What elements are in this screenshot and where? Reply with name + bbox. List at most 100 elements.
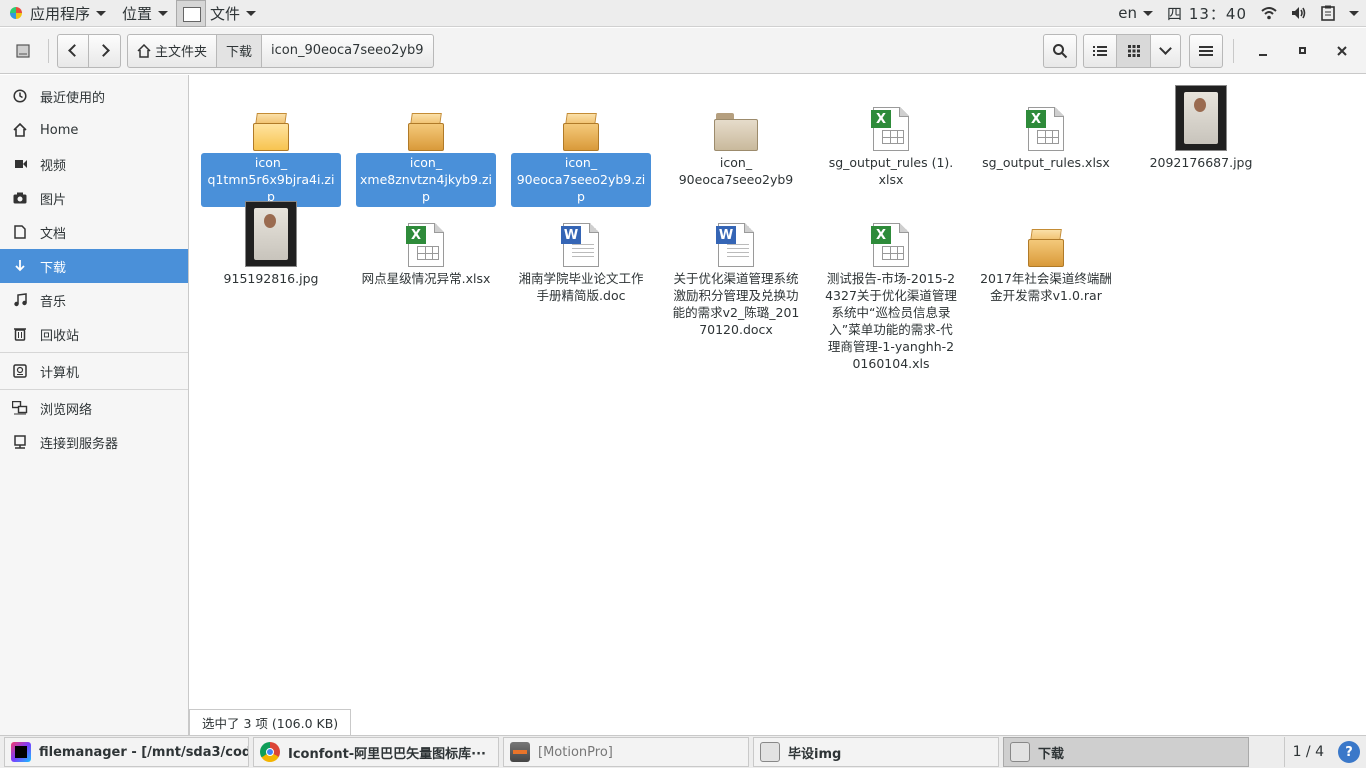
path-current-folder[interactable]: icon_90eoca7seeo2yb9 — [262, 33, 434, 68]
taskbar: filemanager - [/mnt/sda3/code/··· Iconfo… — [0, 735, 1366, 768]
file-name: sg_output_rules.xlsx — [982, 155, 1110, 170]
header-bar: 主文件夹 下载 icon_90eoca7seeo2yb9 — [0, 28, 1366, 74]
file-name: 2017年社会渠道终端酬金开发需求v1.0.rar — [980, 271, 1112, 303]
file-item[interactable]: X sg_output_rules.xlsx — [971, 75, 1121, 173]
file-manager-icon — [176, 0, 207, 27]
sidebar-item-label: 音乐 — [40, 294, 67, 310]
back-button[interactable] — [57, 33, 89, 68]
search-button[interactable] — [1043, 33, 1077, 68]
sidebar-item-label: 连接到服务器 — [40, 436, 119, 452]
maximize-icon — [1298, 47, 1306, 54]
task-chrome[interactable]: Iconfont-阿里巴巴矢量图标库··· — [253, 737, 499, 767]
home-icon — [12, 122, 28, 138]
chevron-right-icon — [96, 44, 110, 57]
file-item[interactable]: icon_ 90eoca7seeo2yb9 — [661, 75, 811, 190]
clipboard-icon[interactable] — [1314, 5, 1342, 21]
sidebar-item-network[interactable]: 浏览网络 — [0, 391, 188, 425]
task-label: 下载 — [1038, 746, 1065, 762]
hamburger-icon — [1199, 45, 1213, 56]
forward-button[interactable] — [89, 33, 121, 68]
path-downloads[interactable]: 下载 — [217, 33, 263, 68]
help-icon[interactable]: ? — [1338, 741, 1360, 763]
task-bishe-img[interactable]: 毕设img — [753, 737, 999, 767]
sidebar-item-trash[interactable]: 回收站 — [0, 317, 188, 351]
sidebar-item-recent[interactable]: 最近使用的 — [0, 79, 188, 113]
view-options-button[interactable] — [1151, 33, 1181, 68]
task-label: [MotionPro] — [538, 744, 613, 760]
file-item[interactable]: X 网点星级情况异常.xlsx — [351, 191, 501, 289]
file-name: icon_ 90eoca7seeo2yb9 — [678, 155, 794, 187]
maximize-button[interactable] — [1282, 34, 1322, 68]
file-item[interactable]: 2092176687.jpg — [1126, 75, 1276, 173]
places-menu[interactable]: 位置 — [114, 0, 176, 27]
file-name: 湘南学院毕业论文工作手册精简版.doc — [518, 271, 644, 303]
file-name: 网点星级情况异常.xlsx — [361, 271, 491, 286]
sidebar-item-documents[interactable]: 文档 — [0, 215, 188, 249]
path-home[interactable]: 主文件夹 — [127, 33, 218, 68]
folder-icon — [760, 742, 780, 762]
close-button[interactable] — [1322, 34, 1362, 68]
file-item[interactable]: X 测试报告-市场-2015-24327关于优化渠道管理系统中“巡检员信息录入”… — [816, 191, 966, 374]
task-motionpro[interactable]: [MotionPro] — [503, 737, 749, 767]
list-view-icon — [1093, 45, 1107, 56]
archive-icon — [563, 111, 599, 151]
task-filemanager[interactable]: filemanager - [/mnt/sda3/code/··· — [4, 737, 249, 767]
archive-icon — [408, 111, 444, 151]
motionpro-icon — [510, 742, 530, 762]
workspace-pager[interactable]: 1 / 4 — [1283, 737, 1332, 767]
sidebar-item-home[interactable]: Home — [0, 113, 188, 147]
volume-icon[interactable] — [1284, 6, 1314, 20]
file-item[interactable]: icon_ 90eoca7seeo2yb9.zip — [506, 75, 656, 207]
minimize-button[interactable] — [1244, 34, 1282, 68]
image-thumbnail-icon — [245, 201, 297, 267]
spreadsheet-icon: X — [406, 223, 444, 267]
sidebar-item-pictures[interactable]: 图片 — [0, 181, 188, 215]
menu-button[interactable] — [1189, 33, 1223, 68]
top-panel: 应用程序 位置 文件 en 四 13：40 — [0, 0, 1366, 27]
sidebar-item-connect-server[interactable]: 连接到服务器 — [0, 425, 188, 459]
file-item[interactable]: X sg_output_rules (1). xlsx — [816, 75, 966, 190]
language-indicator[interactable]: en — [1111, 4, 1160, 22]
file-item[interactable]: icon_ q1tmn5r6x9bjra4i.zip — [196, 75, 346, 207]
close-icon — [1337, 45, 1347, 56]
sidebar-item-computer[interactable]: 计算机 — [0, 354, 188, 388]
system-menu[interactable] — [1342, 10, 1366, 16]
file-name: 测试报告-市场-2015-24327关于优化渠道管理系统中“巡检员信息录入”菜单… — [825, 271, 957, 371]
grid-view-icon — [1127, 44, 1140, 57]
file-item[interactable]: 2017年社会渠道终端酬金开发需求v1.0.rar — [971, 191, 1121, 306]
folder-icon — [1010, 742, 1030, 762]
drive-icon — [16, 43, 30, 58]
wifi-icon[interactable] — [1254, 6, 1284, 20]
spreadsheet-icon: X — [871, 223, 909, 267]
file-app-menu[interactable]: 文件 — [176, 0, 264, 27]
sidebar: 最近使用的 Home 视频 图片 文档 下载 音乐 回收站 计算机 浏览网络 连… — [0, 75, 189, 735]
drive-button[interactable] — [6, 34, 40, 68]
sidebar-item-videos[interactable]: 视频 — [0, 147, 188, 181]
grid-view-button[interactable] — [1117, 33, 1151, 68]
intellij-icon — [11, 742, 31, 762]
applications-menu[interactable]: 应用程序 — [0, 0, 114, 27]
camera-icon — [12, 190, 28, 206]
file-name: 915192816.jpg — [223, 271, 319, 286]
sidebar-item-label: Home — [40, 122, 79, 138]
sidebar-item-downloads[interactable]: 下载 — [0, 249, 188, 283]
file-item[interactable]: W 关于优化渠道管理系统激励积分管理及兑换功能的需求v2_陈璐_20170120… — [661, 191, 811, 340]
sidebar-item-music[interactable]: 音乐 — [0, 283, 188, 317]
task-downloads[interactable]: 下载 — [1003, 737, 1249, 767]
clock[interactable]: 四 13：40 — [1160, 3, 1254, 24]
file-name: 2092176687.jpg — [1149, 155, 1253, 170]
list-view-button[interactable] — [1083, 33, 1117, 68]
chevron-down-icon — [1143, 10, 1154, 16]
file-item[interactable]: 915192816.jpg — [196, 191, 346, 289]
computer-icon — [12, 363, 28, 379]
document-icon — [12, 224, 28, 240]
file-item[interactable]: icon_ xme8znvtzn4jkyb9.zip — [351, 75, 501, 207]
file-grid[interactable]: icon_ q1tmn5r6x9bjra4i.zip icon_ xme8znv… — [189, 75, 1366, 735]
file-item[interactable]: W 湘南学院毕业论文工作手册精简版.doc — [506, 191, 656, 306]
sidebar-item-label: 最近使用的 — [40, 90, 106, 106]
music-icon — [12, 292, 28, 308]
chrome-icon — [260, 742, 280, 762]
sidebar-item-label: 视频 — [40, 158, 67, 174]
sidebar-item-label: 文档 — [40, 226, 67, 242]
sidebar-item-label: 回收站 — [40, 328, 80, 344]
